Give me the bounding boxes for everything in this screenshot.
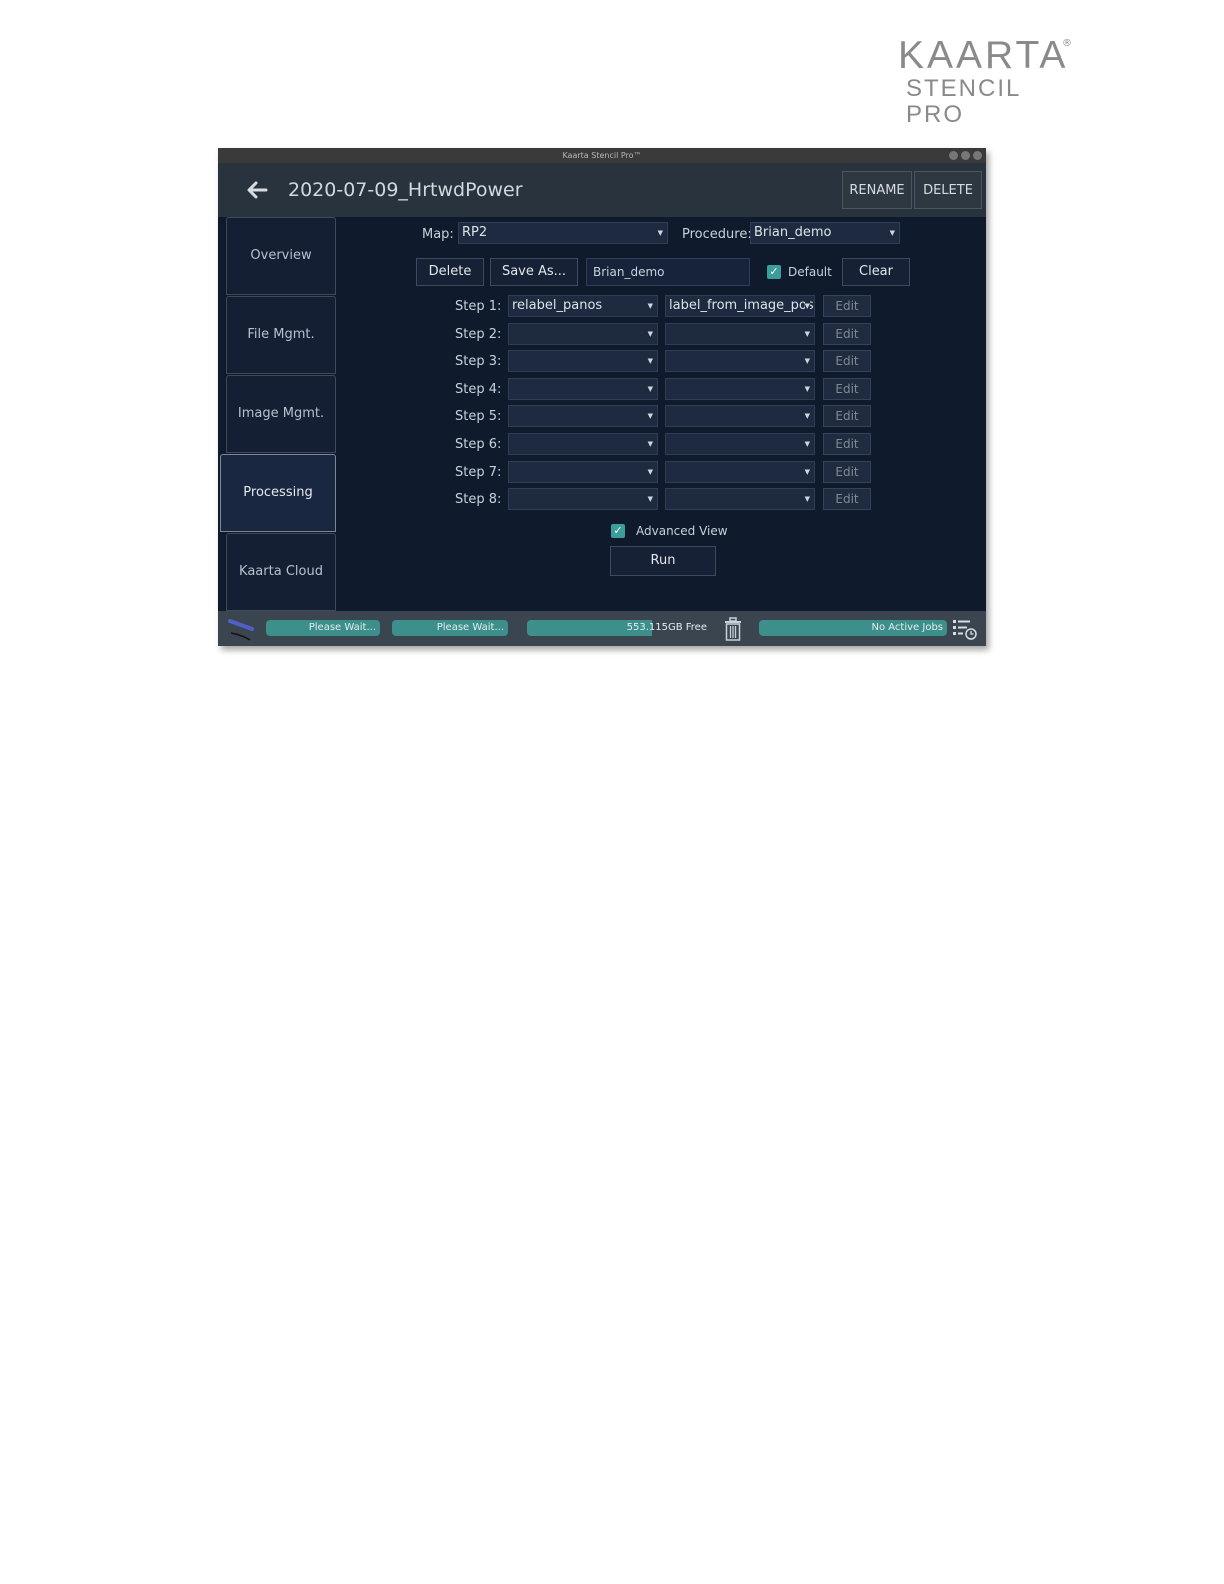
chevron-down-icon: ▼ — [804, 296, 810, 316]
chevron-down-icon: ▼ — [804, 412, 810, 420]
close-icon[interactable] — [973, 151, 982, 160]
clear-button[interactable]: Clear — [842, 258, 910, 286]
chevron-down-icon: ▼ — [889, 229, 895, 237]
app-window: Kaarta Stencil Pro™ 2020-07-09_HrtwdPowe… — [218, 148, 986, 646]
chevron-down-icon: ▼ — [804, 468, 810, 476]
default-checkbox[interactable]: ✓ — [767, 265, 781, 279]
sidebar-item-file-mgmt[interactable]: File Mgmt. — [226, 296, 336, 374]
map-select[interactable]: RP2 ▼ — [458, 222, 668, 244]
chevron-down-icon: ▼ — [647, 302, 653, 310]
step-7-operation-select[interactable]: ▼ — [508, 461, 658, 483]
step-1-operation-value: relabel_panos — [512, 298, 603, 313]
default-label: Default — [788, 265, 832, 279]
chevron-down-icon: ▼ — [647, 468, 653, 476]
step-4-operation-select[interactable]: ▼ — [508, 378, 658, 400]
step-5-edit-button[interactable]: Edit — [823, 405, 871, 427]
logo-line-2: STENCIL PRO — [906, 75, 1021, 128]
step-5-method-select[interactable]: ▼ — [665, 405, 815, 427]
step-1-method-select[interactable]: label_from_image_pose ▼ — [665, 295, 815, 317]
step-label: Step 4: — [455, 382, 502, 397]
save-as-button[interactable]: Save As... — [490, 258, 578, 286]
rename-button[interactable]: RENAME — [842, 171, 912, 209]
step-1-method-value: label_from_image_pose — [669, 298, 815, 313]
step-6-operation-select[interactable]: ▼ — [508, 433, 658, 455]
progress-bar-2: Please Wait... — [392, 620, 508, 636]
chevron-down-icon: ▼ — [804, 440, 810, 448]
delete-procedure-button[interactable]: Delete — [416, 258, 484, 286]
app-header: 2020-07-09_HrtwdPower RENAME DELETE — [218, 163, 986, 217]
chevron-down-icon: ▼ — [647, 330, 653, 338]
chevron-down-icon: ▼ — [647, 440, 653, 448]
step-label: Step 8: — [455, 492, 502, 507]
back-arrow-icon[interactable] — [242, 175, 272, 205]
step-2-edit-button[interactable]: Edit — [823, 323, 871, 345]
chevron-down-icon: ▼ — [657, 229, 663, 237]
disk-space-bar: 553.115GB Free — [527, 620, 711, 636]
step-3-edit-button[interactable]: Edit — [823, 350, 871, 372]
sidebar: Overview File Mgmt. Image Mgmt. Processi… — [218, 217, 338, 611]
step-label: Step 6: — [455, 437, 502, 452]
advanced-view-label: Advanced View — [636, 524, 728, 538]
map-select-value: RP2 — [462, 225, 488, 240]
procedure-select-value: Brian_demo — [754, 225, 832, 240]
step-label: Step 1: — [455, 299, 502, 314]
procedure-name-input[interactable]: Brian_demo — [586, 258, 750, 286]
step-6-method-select[interactable]: ▼ — [665, 433, 815, 455]
step-label: Step 5: — [455, 409, 502, 424]
job-history-icon[interactable] — [952, 617, 978, 641]
sidebar-item-kaarta-cloud[interactable]: Kaarta Cloud — [226, 533, 336, 611]
delete-project-button[interactable]: DELETE — [914, 171, 982, 209]
step-8-edit-button[interactable]: Edit — [823, 488, 871, 510]
chevron-down-icon: ▼ — [804, 330, 810, 338]
step-3-operation-select[interactable]: ▼ — [508, 350, 658, 372]
window-controls — [949, 151, 982, 160]
sidebar-item-processing[interactable]: Processing — [220, 454, 336, 532]
step-8-method-select[interactable]: ▼ — [665, 488, 815, 510]
window-titlebar: Kaarta Stencil Pro™ — [218, 148, 986, 163]
chevron-down-icon: ▼ — [804, 495, 810, 503]
step-4-method-select[interactable]: ▼ — [665, 378, 815, 400]
step-8-operation-select[interactable]: ▼ — [508, 488, 658, 510]
processing-panel: Map: RP2 ▼ Procedure: Brian_demo ▼ Delet… — [338, 217, 986, 611]
chevron-down-icon: ▼ — [647, 495, 653, 503]
step-1-operation-select[interactable]: relabel_panos ▼ — [508, 295, 658, 317]
sidebar-item-image-mgmt[interactable]: Image Mgmt. — [226, 375, 336, 453]
step-label: Step 3: — [455, 354, 502, 369]
project-title: 2020-07-09_HrtwdPower — [288, 179, 523, 201]
step-6-edit-button[interactable]: Edit — [823, 433, 871, 455]
jobs-status-bar: No Active Jobs — [759, 620, 947, 636]
logo-line-1: KAARTA — [898, 34, 1069, 77]
registered-mark: ® — [1062, 38, 1072, 49]
minimize-icon[interactable] — [949, 151, 958, 160]
chevron-down-icon: ▼ — [804, 385, 810, 393]
step-3-method-select[interactable]: ▼ — [665, 350, 815, 372]
step-2-method-select[interactable]: ▼ — [665, 323, 815, 345]
step-label: Step 7: — [455, 465, 502, 480]
step-4-edit-button[interactable]: Edit — [823, 378, 871, 400]
chevron-down-icon: ▼ — [647, 357, 653, 365]
advanced-view-checkbox[interactable]: ✓ — [611, 524, 625, 538]
satellite-icon — [228, 619, 254, 641]
progress-bar-1: Please Wait... — [266, 620, 380, 636]
chevron-down-icon: ▼ — [804, 357, 810, 365]
window-title: Kaarta Stencil Pro™ — [562, 151, 642, 160]
sidebar-item-overview[interactable]: Overview — [226, 217, 336, 295]
step-label: Step 2: — [455, 327, 502, 342]
kaarta-stencil-pro-logo: KAARTA ® STENCIL PRO — [898, 34, 1078, 128]
procedure-label: Procedure: — [682, 227, 752, 242]
maximize-icon[interactable] — [961, 151, 970, 160]
step-1-edit-button[interactable]: Edit — [823, 295, 871, 317]
chevron-down-icon: ▼ — [647, 412, 653, 420]
step-2-operation-select[interactable]: ▼ — [508, 323, 658, 345]
run-button[interactable]: Run — [610, 546, 716, 576]
step-5-operation-select[interactable]: ▼ — [508, 405, 658, 427]
procedure-select[interactable]: Brian_demo ▼ — [750, 222, 900, 244]
step-7-method-select[interactable]: ▼ — [665, 461, 815, 483]
chevron-down-icon: ▼ — [647, 385, 653, 393]
step-7-edit-button[interactable]: Edit — [823, 461, 871, 483]
status-bar: Please Wait... Please Wait... 553.115GB … — [218, 611, 986, 646]
trash-icon[interactable] — [723, 616, 743, 642]
map-label: Map: — [422, 227, 454, 242]
